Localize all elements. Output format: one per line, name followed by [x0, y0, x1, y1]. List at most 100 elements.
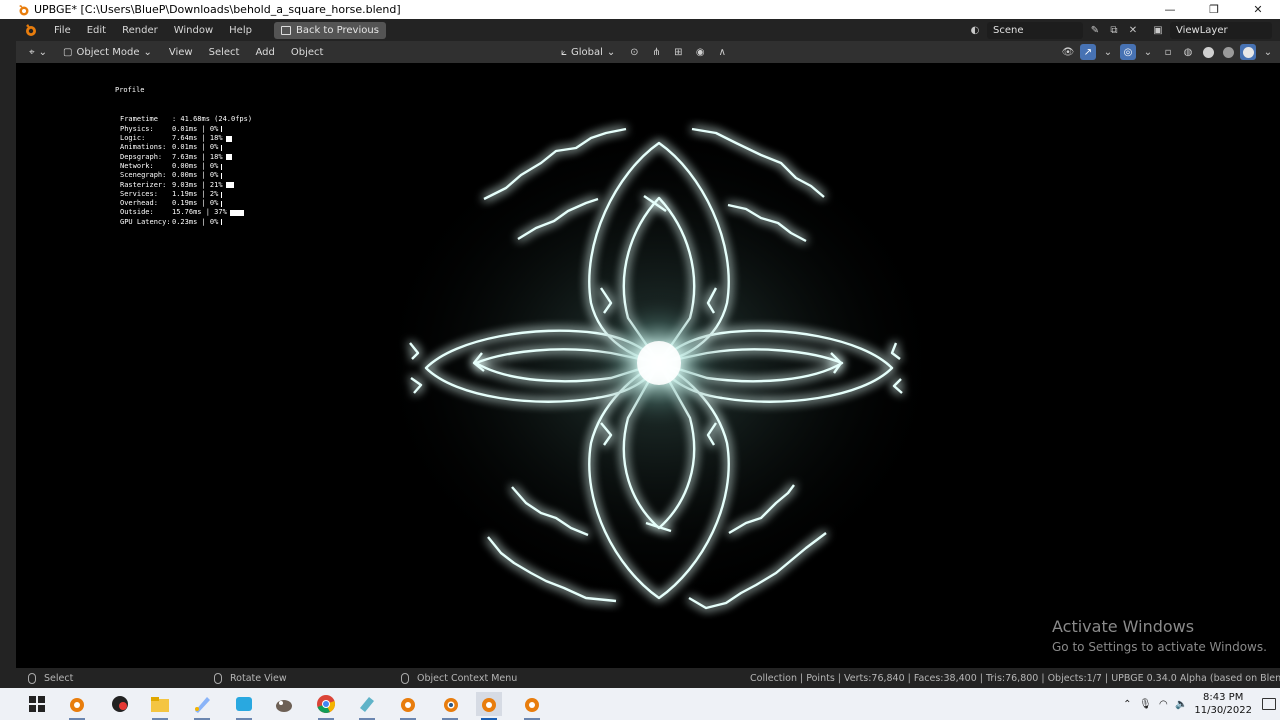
activate-windows-watermark: Activate Windows Go to Settings to activ…	[1052, 617, 1267, 654]
taskbar-paint-icon[interactable]	[189, 692, 215, 720]
xray-icon[interactable]: ▫	[1160, 44, 1176, 60]
right-mouse-icon	[401, 672, 409, 684]
editor-type-dropdown[interactable]: ⌖ ⌄	[24, 44, 52, 61]
menu-object[interactable]: Object	[283, 47, 332, 58]
middle-mouse-icon	[214, 672, 222, 684]
status-rotate-label: Rotate View	[230, 672, 287, 684]
viewport-display-controls: 👁 ↗ ⌄ ◎ ⌄ ▫ ◍ ⌄	[1060, 41, 1276, 63]
orientation-dropdown[interactable]: ⟀ Global ⌄	[556, 44, 620, 61]
scene-icon[interactable]: ◐	[968, 23, 982, 37]
chevron-down-icon: ⌄	[38, 46, 48, 58]
menu-view[interactable]: View	[161, 47, 201, 58]
back-to-previous-button[interactable]: Back to Previous	[273, 21, 386, 39]
notifications-icon[interactable]	[1262, 698, 1276, 710]
visibility-icon[interactable]: 👁	[1060, 44, 1076, 60]
falloff-icon[interactable]: ∧	[714, 44, 730, 60]
taskbar-upbge-active-icon[interactable]	[476, 692, 502, 720]
menu-help[interactable]: Help	[221, 25, 260, 36]
view-layer-name: ViewLayer	[1176, 24, 1228, 36]
pin-icon[interactable]: ✎	[1088, 23, 1102, 37]
object-mode-icon: ▢	[63, 46, 73, 58]
wireframe-shading-icon[interactable]: ◍	[1180, 44, 1196, 60]
chevron-down-icon[interactable]: ⌄	[1260, 44, 1276, 60]
menu-render[interactable]: Render	[114, 25, 166, 36]
clock-date: 11/30/2022	[1194, 705, 1252, 716]
menu-window[interactable]: Window	[166, 25, 221, 36]
scene-selector-area: ◐ Scene ✎ ⧉ ✕ ▣ ViewLayer ⧉	[968, 19, 1280, 41]
editor-type-icon: ⌖	[29, 46, 35, 58]
solid-shading-icon[interactable]	[1200, 44, 1216, 60]
microphone-icon[interactable]: 🎙	[1138, 697, 1152, 711]
window-title: UPBGE* [C:\Users\BlueP\Downloads\behold_…	[34, 3, 401, 16]
transform-controls: ⟀ Global ⌄ ⊙ ⋔ ⊞ ◉ ∧	[556, 41, 730, 63]
status-bar: Select Rotate View Object Context Menu C…	[0, 668, 1280, 688]
taskbar-upbge-icon[interactable]	[64, 692, 90, 720]
mode-dropdown[interactable]: ▢ Object Mode ⌄	[58, 44, 157, 61]
left-mouse-icon	[28, 672, 36, 684]
volume-icon[interactable]: 🔈	[1174, 697, 1188, 711]
taskbar-file-explorer-icon[interactable]	[147, 692, 173, 720]
menu-edit[interactable]: Edit	[79, 25, 114, 36]
back-to-previous-label: Back to Previous	[295, 24, 379, 36]
taskbar-upbge-icon-3[interactable]	[519, 692, 545, 720]
back-icon	[280, 25, 291, 35]
status-rotate-hint: Rotate View	[214, 668, 287, 688]
overlays-toggle-icon[interactable]: ◎	[1120, 44, 1136, 60]
taskbar-app-teal-icon[interactable]	[354, 692, 380, 720]
menu-file[interactable]: File	[46, 25, 79, 36]
viewport-header: ⌖ ⌄ ▢ Object Mode ⌄ View Select Add Objec…	[16, 41, 1280, 63]
upbge-window: UPBGE* [C:\Users\BlueP\Downloads\behold_…	[0, 0, 1280, 720]
delete-scene-icon[interactable]: ✕	[1126, 23, 1140, 37]
view-layer-icon[interactable]: ▣	[1151, 23, 1165, 37]
chevron-down-icon[interactable]: ⌄	[1140, 44, 1156, 60]
left-edge-strip	[0, 41, 16, 668]
orientation-icon: ⟀	[561, 46, 567, 58]
3d-viewport[interactable]: Profile Frametime: 41.68ms (24.0fps) Phys…	[16, 63, 1280, 668]
snap-target-icon[interactable]: ⊞	[670, 44, 686, 60]
pivot-point-icon[interactable]: ⊙	[626, 44, 642, 60]
window-controls: — ❐ ✕	[1148, 0, 1280, 19]
chevron-down-icon: ⌄	[606, 46, 616, 58]
material-shading-icon[interactable]	[1220, 44, 1236, 60]
clock-time: 8:43 PM	[1203, 692, 1244, 703]
status-select-hint: Select	[28, 668, 73, 688]
taskbar-gimp-icon[interactable]	[271, 692, 297, 716]
mode-label: Object Mode	[76, 46, 140, 58]
watermark-title: Activate Windows	[1052, 617, 1195, 636]
show-hidden-icons-icon[interactable]: ⌃	[1120, 697, 1134, 711]
taskbar-blender-icon[interactable]	[437, 692, 463, 720]
taskbar-upbge-icon-2[interactable]	[395, 692, 421, 720]
close-button[interactable]: ✕	[1236, 0, 1280, 19]
restore-button[interactable]: ❐	[1192, 0, 1236, 19]
upbge-menu-icon[interactable]	[24, 23, 38, 37]
view-layer-field[interactable]: ViewLayer	[1170, 21, 1272, 39]
new-scene-icon[interactable]: ⧉	[1107, 23, 1121, 37]
lightning-glow-effect	[369, 113, 949, 613]
scene-statistics: Collection | Points | Verts:76,840 | Fac…	[750, 672, 1280, 684]
snap-icon[interactable]: ⋔	[648, 44, 664, 60]
status-select-label: Select	[44, 672, 74, 684]
upbge-logo-icon	[19, 4, 29, 15]
windows-taskbar: ⌃ 🎙 ◠ 🔈 8:43 PM 11/30/2022	[0, 688, 1280, 720]
scene-name: Scene	[993, 24, 1024, 36]
scene-field[interactable]: Scene	[987, 21, 1083, 39]
gizmo-toggle-icon[interactable]: ↗	[1080, 44, 1096, 60]
system-tray: ⌃ 🎙 ◠ 🔈 8:43 PM 11/30/2022	[1120, 688, 1280, 720]
taskbar-app-blue-icon[interactable]	[231, 692, 257, 720]
taskbar-app-red-icon[interactable]	[107, 692, 133, 716]
status-context-label: Object Context Menu	[417, 672, 518, 684]
watermark-subtitle: Go to Settings to activate Windows.	[1052, 640, 1267, 654]
menu-select[interactable]: Select	[201, 47, 248, 58]
wifi-icon[interactable]: ◠	[1156, 697, 1170, 711]
windows-start-icon[interactable]	[24, 692, 50, 716]
top-menubar: File Edit Render Window Help Back to Pre…	[0, 19, 1280, 41]
chevron-down-icon[interactable]: ⌄	[1100, 44, 1116, 60]
menu-add[interactable]: Add	[247, 47, 282, 58]
proportional-edit-icon[interactable]: ◉	[692, 44, 708, 60]
taskbar-chrome-icon[interactable]	[313, 692, 339, 720]
taskbar-clock[interactable]: 8:43 PM 11/30/2022	[1194, 691, 1252, 717]
orientation-label: Global	[571, 46, 603, 58]
window-titlebar: UPBGE* [C:\Users\BlueP\Downloads\behold_…	[0, 0, 1280, 19]
minimize-button[interactable]: —	[1148, 0, 1192, 19]
rendered-shading-icon[interactable]	[1240, 44, 1256, 60]
